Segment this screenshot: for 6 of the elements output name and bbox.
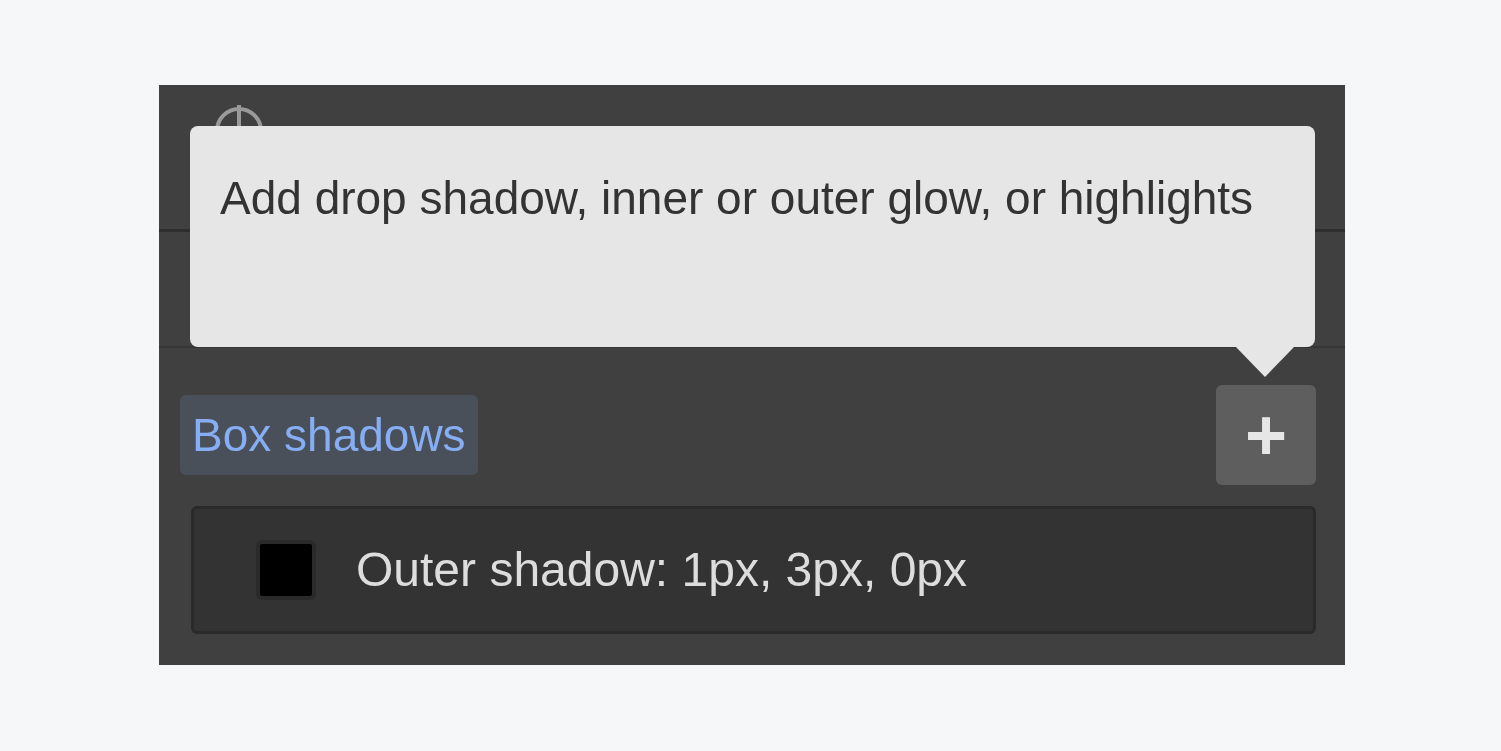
tooltip: Add drop shadow, inner or outer glow, or highlights <box>190 126 1315 347</box>
section-label: Box shadows <box>180 395 478 475</box>
shadow-label: Outer shadow: 1px, 3px, 0px <box>356 542 967 598</box>
add-button[interactable]: + <box>1216 385 1316 485</box>
tooltip-arrow-icon <box>1235 346 1295 378</box>
shadow-item[interactable]: Outer shadow: 1px, 3px, 0px <box>191 506 1316 634</box>
